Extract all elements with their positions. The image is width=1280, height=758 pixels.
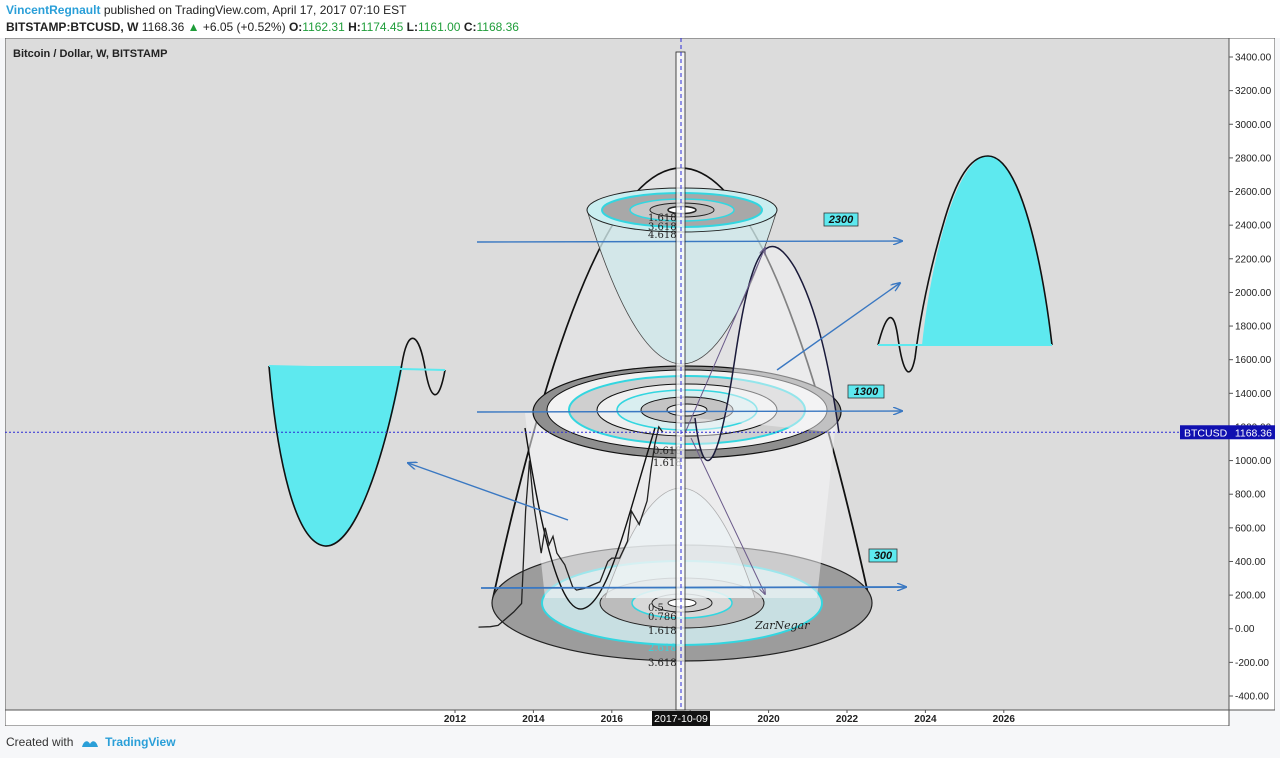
x-tick-label: 2022 [836,714,859,725]
x-tick-label: 2020 [757,714,780,725]
price-axis [1228,37,1276,711]
svg-text:2300: 2300 [828,214,854,226]
author-link[interactable]: VincentRegnault [6,3,100,17]
y-tick-label: -400.00 [1235,692,1269,703]
ohlc-line: BITSTAMP:BTCUSD, W 1168.36 ▲ +6.05 (+0.5… [6,20,519,34]
publish-line: VincentRegnault published on TradingView… [6,3,406,17]
tradingview-logo-icon [81,741,98,747]
fib-bottom-label: 2.618 [648,643,677,654]
y-tick-label: 1000.00 [1235,456,1272,467]
badge-2300: 2300 [823,212,859,227]
svg-text:1300: 1300 [854,386,879,398]
y-tick-label: -200.00 [1235,658,1269,669]
y-tick-label: 3200.00 [1235,86,1272,97]
chart-title: Bitcoin / Dollar, W, BITSTAMP [13,48,167,60]
open-value: 1162.31 [302,20,345,34]
close-value: 1168.36 [476,20,519,34]
fib-bottom-label: 1.618 [648,626,677,637]
low-value: 1161.00 [417,20,461,34]
y-tick-label: 1800.00 [1235,322,1272,333]
date-badge: 2017-10-09 [652,711,710,726]
fib-bottom-label: 0.786 [648,612,677,623]
y-tick-label: 200.00 [1235,591,1266,602]
change-value: +6.05 (+0.52%) [202,20,286,34]
arrow-300 [480,587,906,588]
y-tick-label: 600.00 [1235,523,1266,534]
y-tick-label: 2600.00 [1235,187,1272,198]
tradingview-brand-link[interactable]: TradingView [105,735,175,749]
chart-header: VincentRegnault published on TradingView… [0,0,1280,38]
chart-svg[interactable]: Bitcoin / Dollar, W, BITSTAMP 3400.00 320… [4,37,1276,727]
up-arrow-icon: ▲ [187,20,200,34]
badge-300: 300 [868,548,898,563]
y-tick-label: 2200.00 [1235,254,1272,265]
fib-top-label: 4.618 [648,230,677,241]
svg-text:300: 300 [874,550,893,562]
y-tick-label: 1600.00 [1235,355,1272,366]
y-tick-label: 2400.00 [1235,221,1272,232]
watermark-text: ZarNegar [754,619,810,632]
published-text: published on TradingView.com, April 17, … [103,3,407,17]
chart-area[interactable]: Bitcoin / Dollar, W, BITSTAMP 3400.00 320… [4,37,1276,727]
high-value: 1174.45 [360,20,404,34]
y-tick-label: 2000.00 [1235,288,1272,299]
x-tick-label: 2014 [522,714,545,725]
x-tick-label: 2012 [444,714,467,725]
svg-text:BTCUSD: BTCUSD [1184,427,1228,439]
svg-text:1168.36: 1168.36 [1235,427,1272,439]
y-tick-label: 0.00 [1235,624,1255,635]
y-tick-label: 3000.00 [1235,120,1272,131]
y-tick-label: 800.00 [1235,490,1266,501]
low-label: L: [406,20,418,34]
symbol-label: BITSTAMP:BTCUSD, W [6,20,139,34]
x-tick-label: 2026 [993,714,1016,725]
y-tick-label: 3400.00 [1235,53,1272,64]
footer: Created with TradingView [6,735,176,749]
x-tick-label: 2016 [601,714,624,725]
svg-text:2017-10-09: 2017-10-09 [654,713,708,725]
created-with-text: Created with [6,735,74,749]
open-label: O: [288,20,303,34]
high-label: H: [348,20,361,34]
x-tick-label: 2024 [914,714,937,725]
y-tick-label: 400.00 [1235,557,1266,568]
close-label: C: [463,20,477,34]
price-badge: BTCUSD 1168.36 [1180,425,1275,440]
badge-1300: 1300 [847,384,885,399]
arrow-1300 [476,411,902,412]
fib-bottom-label: 3.618 [648,658,677,669]
price-value: 1168.36 [141,20,185,34]
y-tick-label: 2800.00 [1235,153,1272,164]
y-tick-label: 1400.00 [1235,389,1272,400]
